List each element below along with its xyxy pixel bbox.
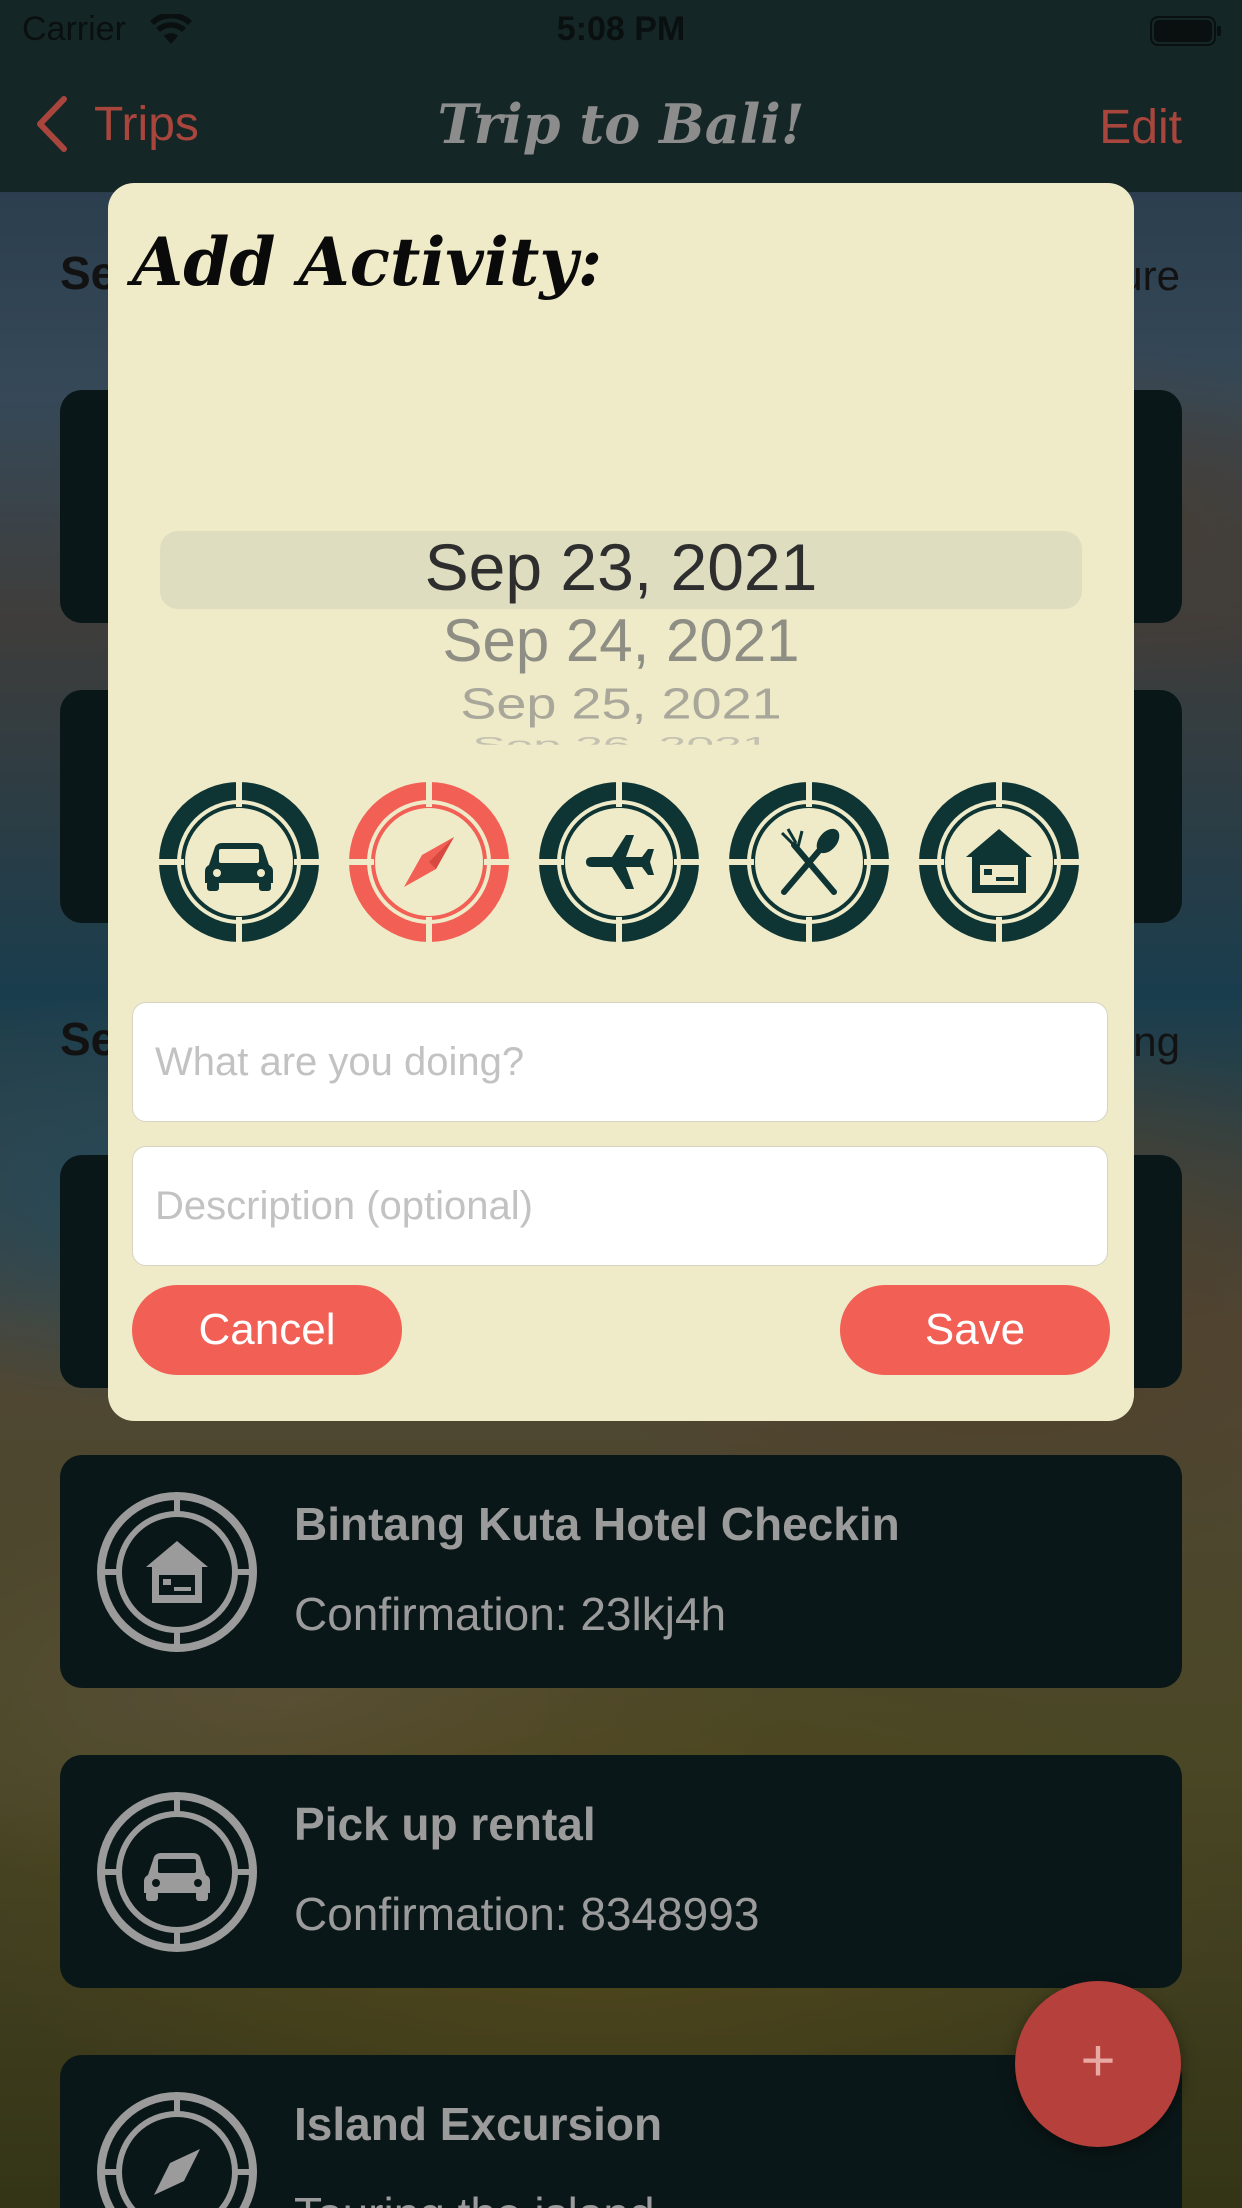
utensils-icon[interactable] xyxy=(724,777,894,947)
compass-icon xyxy=(97,2092,257,2208)
cancel-button[interactable]: Cancel xyxy=(132,1285,402,1375)
edit-button[interactable]: Edit xyxy=(1099,100,1182,155)
save-button[interactable]: Save xyxy=(840,1285,1110,1375)
compass-icon[interactable] xyxy=(344,777,514,947)
card-subtitle: Touring the island xyxy=(294,2187,655,2208)
add-activity-sheet: Add Activity: Sep 23, 2021 Sep 24, 2021 … xyxy=(108,183,1134,1421)
picker-option[interactable]: Sep 25, 2021 xyxy=(108,679,1134,729)
section-header-right: ng xyxy=(1133,1018,1180,1065)
card-subtitle: Confirmation: 23lkj4h xyxy=(294,1588,727,1640)
car-icon[interactable] xyxy=(154,777,324,947)
activity-title-field[interactable] xyxy=(132,1002,1108,1122)
card-title: Island Excursion xyxy=(294,2098,663,2150)
activity-title-input[interactable] xyxy=(133,1003,1107,1121)
hotel-icon xyxy=(97,1492,257,1652)
picker-option-selected[interactable]: Sep 23, 2021 xyxy=(108,529,1134,605)
activity-card[interactable]: Pick up rental Confirmation: 8348993 xyxy=(60,1755,1182,1988)
card-title: Pick up rental xyxy=(294,1798,596,1850)
category-selector xyxy=(154,777,1100,949)
description-input[interactable] xyxy=(133,1147,1107,1265)
hotel-icon[interactable] xyxy=(914,777,1084,947)
picker-option[interactable]: Sep 24, 2021 xyxy=(108,606,1134,675)
card-subtitle: Confirmation: 8348993 xyxy=(294,1888,760,1940)
picker-option[interactable]: Sep 26, 2021 xyxy=(108,731,1134,745)
airplane-icon[interactable] xyxy=(534,777,704,947)
car-icon xyxy=(97,1792,257,1952)
card-title: Bintang Kuta Hotel Checkin xyxy=(294,1498,900,1550)
activity-card[interactable]: Bintang Kuta Hotel Checkin Confirmation:… xyxy=(60,1455,1182,1688)
activity-card[interactable]: Island Excursion Touring the island xyxy=(60,2055,1182,2208)
add-activity-button[interactable]: + xyxy=(1015,1981,1181,2147)
page-title: Trip to Bali! xyxy=(437,92,805,156)
status-time: 5:08 PM xyxy=(556,10,686,48)
battery-icon xyxy=(1150,16,1221,46)
sheet-title: Add Activity: xyxy=(132,223,603,301)
description-field[interactable] xyxy=(132,1146,1108,1266)
